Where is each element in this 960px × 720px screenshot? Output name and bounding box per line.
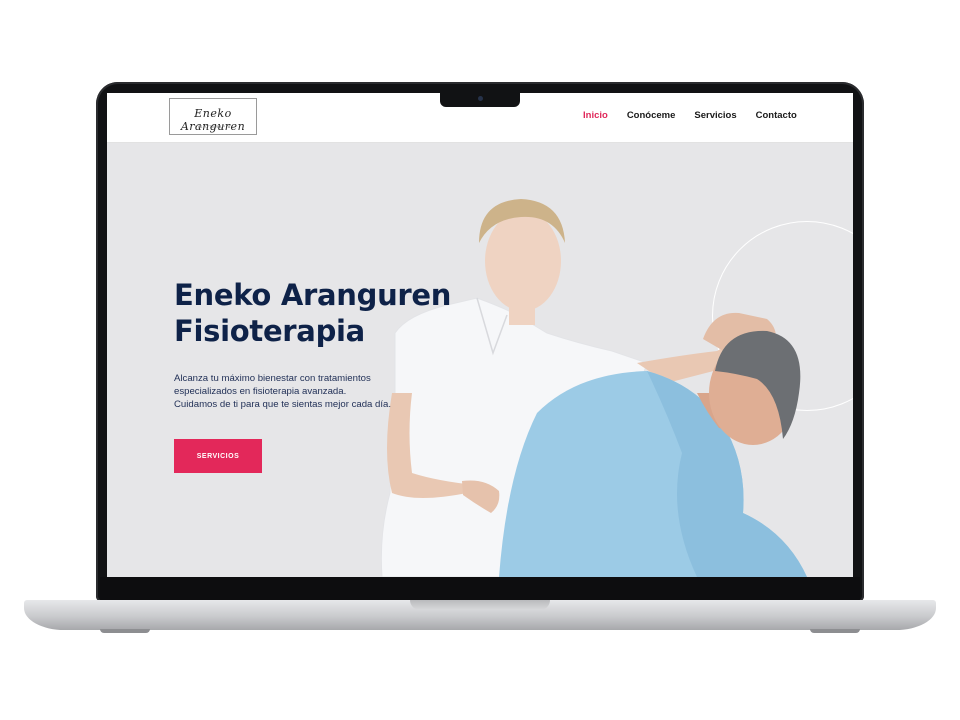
nav-item-conoceme[interactable]: Conóceme: [627, 110, 676, 121]
nav-item-contacto[interactable]: Contacto: [756, 110, 797, 121]
laptop-base-groove: [410, 600, 550, 610]
hero-description-line: Cuidamos de ti para que te sientas mejor…: [174, 399, 392, 410]
hero-description-line: especializados en fisioterapia avanzada.: [174, 386, 347, 397]
servicios-button[interactable]: SERVICIOS: [174, 439, 262, 473]
hero-description-line: Alcanza tu máximo bienestar con tratamie…: [174, 373, 371, 384]
nav-item-inicio[interactable]: Inicio: [583, 110, 608, 121]
laptop-screen: Eneko Aranguren FISIOTERAPIA Inicio Conó…: [107, 93, 853, 577]
logo-script-text: Eneko Aranguren: [180, 107, 246, 133]
logo-subtitle: FISIOTERAPIA: [194, 125, 232, 129]
hero-title-line: Eneko Aranguren: [174, 278, 452, 312]
nav-item-servicios[interactable]: Servicios: [694, 110, 736, 121]
main-nav: Inicio Conóceme Servicios Contacto: [583, 110, 816, 121]
camera-icon: [478, 96, 483, 101]
hero-title-line: Fisioterapia: [174, 314, 365, 348]
hero-description: Alcanza tu máximo bienestar con tratamie…: [174, 372, 414, 411]
site-logo[interactable]: Eneko Aranguren FISIOTERAPIA: [169, 98, 257, 135]
laptop-foot: [810, 629, 860, 633]
hero-title: Eneko Aranguren Fisioterapia: [174, 277, 474, 349]
laptop-foot: [100, 629, 150, 633]
